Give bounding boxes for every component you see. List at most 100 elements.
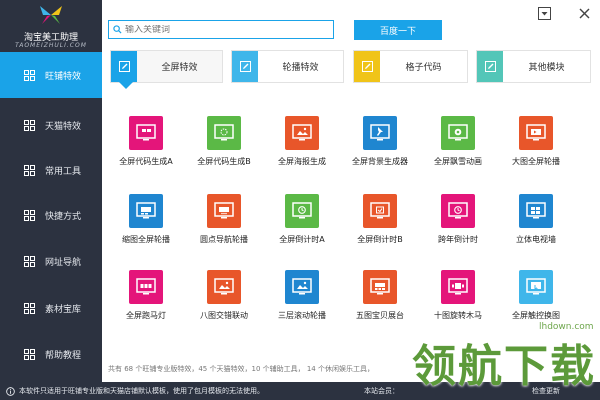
tool-label: 大图全屏轮播 — [512, 157, 560, 166]
grid-icon — [24, 255, 35, 267]
close-button[interactable] — [577, 6, 591, 20]
close-icon — [579, 8, 589, 18]
watermark: lhdown.com 领航下载 — [412, 322, 598, 396]
tool-item[interactable]: 全屏背景生成器 — [345, 116, 415, 188]
edit-icon — [477, 51, 503, 82]
tool-label: 全屏代码生成B — [197, 157, 251, 166]
butterfly-logo-icon — [40, 6, 62, 24]
tool-item[interactable]: 八图交错联动 — [189, 270, 259, 342]
grid-icon — [24, 164, 35, 176]
tool-item[interactable]: 全屏海报生成 — [267, 116, 337, 188]
tool-item[interactable]: 全屏跑马灯 — [111, 270, 181, 342]
footer-notice: 本软件只适用于旺铺专业版和天猫店铺默认模板，使用了包月模板的无法使用。 — [6, 386, 264, 396]
edit-icon — [354, 51, 380, 82]
monitor-marquee-icon — [129, 270, 163, 304]
category-tab-4[interactable]: 其他模块 — [476, 50, 591, 83]
monitor-thumbs-icon — [129, 194, 163, 228]
sidebar-item-5[interactable]: 网址导航 — [0, 238, 102, 284]
member-label: 本站会员： — [364, 387, 399, 395]
monitor-gallery-icon — [363, 270, 397, 304]
tool-item[interactable]: 全屏倒计时B — [345, 194, 415, 266]
grid-icon — [24, 348, 35, 360]
tool-label: 缩图全屏轮播 — [122, 235, 170, 244]
watermark-text: 领航下载 — [412, 341, 596, 392]
grid-icon — [24, 302, 35, 314]
category-tab-label: 格子代码 — [405, 63, 442, 73]
sidebar-item-label: 天猫特效 — [45, 121, 82, 132]
sidebar-item-label: 快捷方式 — [45, 211, 82, 222]
sidebar-item-label: 旺铺特效 — [45, 71, 82, 82]
tool-label: 全屏背景生成器 — [352, 157, 408, 166]
monitor-wall-icon — [519, 194, 553, 228]
category-tab-3[interactable]: 格子代码 — [353, 50, 468, 83]
tool-label: 全屏触控换图 — [512, 311, 560, 320]
sidebar-item-4[interactable]: 快捷方式 — [0, 192, 102, 238]
sidebar: 淘宝美工助理 TAOMEIZHULI.COM 旺铺特效天猫特效常用工具快捷方式网… — [0, 0, 102, 382]
app-subtitle: TAOMEIZHULI.COM — [15, 42, 87, 49]
search-input[interactable] — [125, 24, 325, 35]
tool-item[interactable]: 五图宝贝展台 — [345, 270, 415, 342]
monitor-touch-icon — [519, 270, 553, 304]
edit-icon — [111, 51, 137, 82]
category-tab-1[interactable]: 全屏特效 — [110, 50, 223, 83]
footer-notice-text: 本软件只适用于旺铺专业版和天猫店铺默认模板，使用了包月模板的无法使用。 — [19, 387, 264, 395]
search-bar — [108, 20, 334, 39]
active-tab-pointer — [119, 82, 133, 89]
dropdown-menu-icon — [537, 6, 551, 20]
tool-label: 立体电视墙 — [516, 235, 556, 244]
sidebar-item-label: 帮助教程 — [45, 350, 82, 361]
category-tab-label: 其他模块 — [528, 63, 565, 73]
tool-label: 五图宝贝展台 — [356, 311, 404, 320]
tool-item[interactable]: 全屏飘雪动画 — [423, 116, 493, 188]
monitor-slides-icon — [519, 116, 553, 150]
monitor-pin-icon — [363, 116, 397, 150]
tool-label: 全屏倒计时B — [357, 235, 403, 244]
monitor-dots-icon — [207, 194, 241, 228]
tool-item[interactable]: 跨年倒计时 — [423, 194, 493, 266]
grid-icon — [24, 69, 35, 81]
tool-item[interactable]: 立体电视墙 — [501, 194, 571, 266]
grid-icon — [24, 209, 35, 221]
tool-item[interactable]: 缩图全屏轮播 — [111, 194, 181, 266]
tool-label: 全屏海报生成 — [278, 157, 326, 166]
sidebar-item-2[interactable]: 天猫特效 — [0, 102, 102, 148]
monitor-picture-icon — [207, 270, 241, 304]
edit-icon — [232, 51, 258, 82]
tool-item[interactable]: 全屏倒计时A — [267, 194, 337, 266]
tool-item[interactable]: 三层滚动轮播 — [267, 270, 337, 342]
monitor-grid-icon — [129, 116, 163, 150]
tool-item[interactable]: 大图全屏轮播 — [501, 116, 571, 188]
tool-item[interactable]: 圆点导航轮播 — [189, 194, 259, 266]
tool-label: 全屏代码生成A — [119, 157, 173, 166]
app-logo: 淘宝美工助理 TAOMEIZHULI.COM — [0, 0, 102, 52]
category-tab-label: 轮播特效 — [282, 63, 319, 73]
tool-grid: 全屏代码生成A 全屏代码生成B 全屏海报生成 全屏背景生成器 全屏飘雪动画 大图全屏轮播缩… — [104, 92, 598, 358]
sidebar-item-6[interactable]: 素材宝库 — [0, 285, 102, 331]
tool-label: 八图交错联动 — [200, 311, 248, 320]
sidebar-item-3[interactable]: 常用工具 — [0, 147, 102, 193]
category-tab-2[interactable]: 轮播特效 — [231, 50, 344, 83]
tool-item[interactable]: 全屏代码生成A — [111, 116, 181, 188]
tool-label: 全屏倒计时A — [279, 235, 325, 244]
search-icon — [109, 21, 125, 38]
monitor-carousel-icon — [441, 270, 475, 304]
monitor-picture-icon — [285, 116, 319, 150]
monitor-loading-icon — [207, 116, 241, 150]
grid-icon — [24, 119, 35, 131]
monitor-clock-icon — [441, 194, 475, 228]
sidebar-item-7[interactable]: 帮助教程 — [0, 331, 102, 377]
monitor-snowflake-icon — [441, 116, 475, 150]
menu-dropdown-button[interactable] — [537, 6, 551, 20]
search-button[interactable]: 百度一下 — [354, 20, 442, 40]
monitor-timer-icon — [363, 194, 397, 228]
tool-label: 跨年倒计时 — [438, 235, 478, 244]
category-tab-label: 全屏特效 — [137, 51, 222, 82]
tool-item[interactable]: 全屏代码生成B — [189, 116, 259, 188]
sidebar-item-1[interactable]: 旺铺特效 — [0, 52, 102, 98]
monitor-picture-icon — [285, 270, 319, 304]
sidebar-item-label: 素材宝库 — [45, 304, 82, 315]
tool-label: 圆点导航轮播 — [200, 235, 248, 244]
sidebar-item-label: 常用工具 — [45, 166, 82, 177]
tool-label: 全屏跑马灯 — [126, 311, 166, 320]
tool-label: 全屏飘雪动画 — [434, 157, 482, 166]
